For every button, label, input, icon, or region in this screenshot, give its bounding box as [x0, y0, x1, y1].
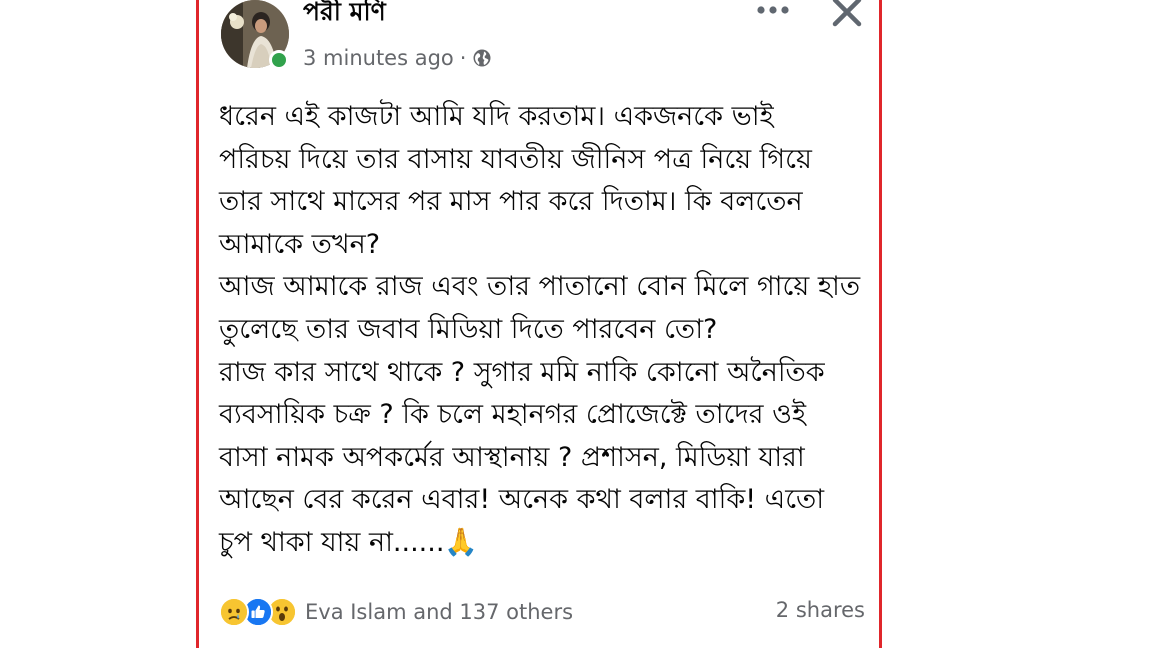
author-name[interactable]: পরী মণি	[303, 0, 386, 28]
post-timestamp[interactable]: 3 minutes ago	[303, 44, 454, 72]
author-avatar[interactable]	[221, 0, 289, 70]
reaction-summary[interactable]: Eva Islam and 137 others	[305, 600, 573, 624]
post-header: পরী মণি 3 minutes ago ·	[219, 0, 862, 76]
post-paragraph: রাজ কার সাথে থাকে ? সুগার মমি নাকি কোনো …	[219, 356, 825, 558]
post-paragraph: ধরেন এই কাজটা আমি যদি করতাম। একজনকে ভাই …	[219, 101, 812, 260]
post-card: পরী মণি 3 minutes ago · ধরেন এই কাজটা আম…	[196, 0, 882, 648]
post-text: ধরেন এই কাজটা আমি যদি করতাম। একজনকে ভাই …	[219, 96, 869, 565]
close-icon[interactable]	[829, 0, 865, 30]
meta-separator: ·	[459, 46, 467, 70]
screen: পরী মণি 3 minutes ago · ধরেন এই কাজটা আম…	[0, 0, 1152, 648]
more-options-icon[interactable]	[753, 0, 793, 22]
post-meta: 3 minutes ago ·	[303, 44, 492, 72]
sad-reaction-icon	[219, 597, 249, 627]
post-footer: Eva Islam and 137 others 2 shares	[219, 592, 865, 632]
globe-icon	[473, 49, 491, 67]
share-count[interactable]: 2 shares	[776, 598, 865, 622]
reaction-bar[interactable]: Eva Islam and 137 others	[219, 596, 573, 628]
online-status-dot	[269, 50, 289, 70]
post-paragraph: আজ আমাকে রাজ এবং তার পাতানো বোন মিলে গায…	[219, 271, 861, 345]
